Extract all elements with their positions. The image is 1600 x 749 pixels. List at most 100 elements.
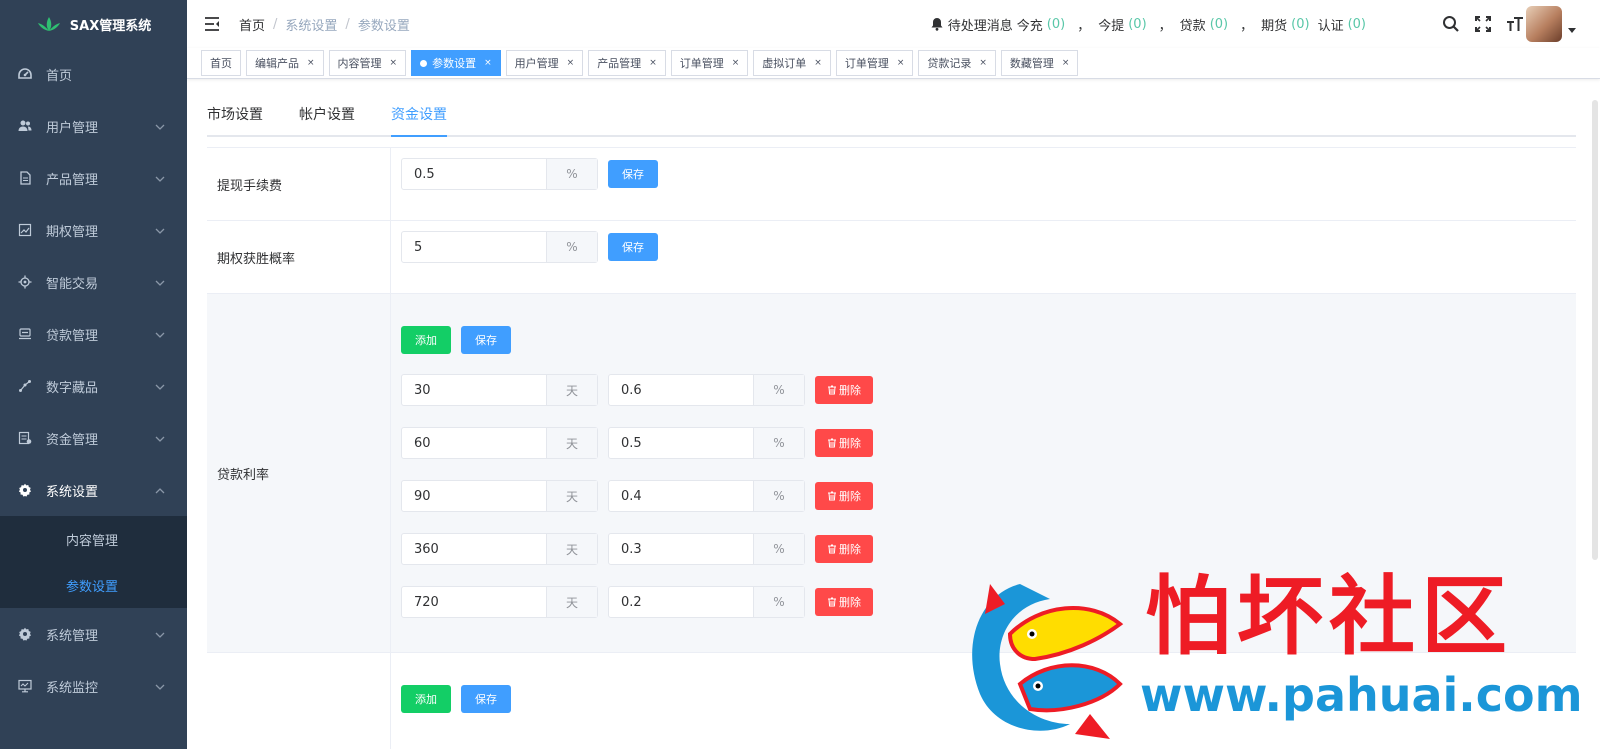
option-win-rate-value[interactable]: 5 <box>402 232 546 262</box>
sidebar-item-smart-trading[interactable]: 智能交易 <box>0 256 187 308</box>
loan-rate-input[interactable]: 0.5% <box>608 427 805 459</box>
loan-rate-input[interactable]: 0.2% <box>608 586 805 618</box>
tag-edit-product[interactable]: 编辑产品 × <box>246 50 324 76</box>
tag-loan-records[interactable]: 贷款记录 × <box>918 50 996 76</box>
notice-futures-label[interactable]: 期货 <box>1261 15 1287 34</box>
sidebar-item-nft[interactable]: 数字藏品 <box>0 360 187 412</box>
tab-market-settings[interactable]: 市场设置 <box>207 101 281 135</box>
sidebar-item-products[interactable]: 产品管理 <box>0 152 187 204</box>
sidebar-item-label: 智能交易 <box>46 276 99 292</box>
notice-withdraw-label[interactable]: 今提 <box>1098 15 1124 34</box>
withdraw-fee-value[interactable]: 0.5 <box>402 159 546 189</box>
page-scrollbar[interactable] <box>1592 100 1598 560</box>
sidebar-item-options[interactable]: 期权管理 <box>0 204 187 256</box>
close-icon[interactable]: × <box>649 58 657 68</box>
notice-withdraw-count[interactable]: (0) <box>1128 17 1146 32</box>
sidebar-item-label: 系统监控 <box>46 680 99 696</box>
notice-verify-label[interactable]: 认证 <box>1318 15 1344 34</box>
loan-rate-delete-button[interactable]: 删除 <box>815 376 873 404</box>
loan-rate-value[interactable]: 0.5 <box>609 428 753 458</box>
sidebar-item-system-settings[interactable]: 系统设置 <box>0 464 187 516</box>
loan-days-value[interactable]: 720 <box>402 587 546 617</box>
close-icon[interactable]: × <box>732 58 740 68</box>
next-add-button[interactable]: 添加 <box>401 685 451 713</box>
loan-rate-value[interactable]: 0.3 <box>609 534 753 564</box>
withdraw-fee-save-button[interactable]: 保存 <box>608 160 658 188</box>
loan-rate-input[interactable]: 0.3% <box>608 533 805 565</box>
tag-nft-admin[interactable]: 数藏管理 × <box>1000 50 1079 76</box>
lotus-logo-icon <box>37 17 60 31</box>
chevron-down-icon <box>155 329 165 339</box>
withdraw-fee-input[interactable]: 0.5 % <box>401 158 598 190</box>
loan-rate-value[interactable]: 0.6 <box>609 375 753 405</box>
loan-days-value[interactable]: 360 <box>402 534 546 564</box>
tag-orders[interactable]: 订单管理 × <box>670 50 749 76</box>
close-icon[interactable]: × <box>390 58 398 68</box>
notice-verify-count[interactable]: (0) <box>1348 17 1366 32</box>
loan-days-input[interactable]: 30 天 <box>401 374 598 406</box>
loan-days-value[interactable]: 60 <box>402 428 546 458</box>
submenu-item-params[interactable]: 参数设置 <box>0 562 187 608</box>
notice-loan-count[interactable]: (0) <box>1210 17 1228 32</box>
loan-rate-value[interactable]: 0.4 <box>609 481 753 511</box>
avatar[interactable] <box>1526 6 1562 42</box>
sidebar-item-home[interactable]: 首页 <box>0 48 187 100</box>
tag-users[interactable]: 用户管理 × <box>505 50 584 76</box>
close-icon[interactable]: × <box>1062 58 1070 68</box>
loan-days-input[interactable]: 720 天 <box>401 586 598 618</box>
loan-rate-delete-button[interactable]: 删除 <box>815 588 873 616</box>
loan-rate-value[interactable]: 0.2 <box>609 587 753 617</box>
trash-icon <box>828 491 836 501</box>
sidebar-item-funds[interactable]: 资金管理 <box>0 412 187 464</box>
close-icon[interactable]: × <box>979 58 987 68</box>
loan-rate-input[interactable]: 0.6% <box>608 374 805 406</box>
tab-fund-settings[interactable]: 资金设置 <box>373 101 465 137</box>
close-icon[interactable]: × <box>897 58 905 68</box>
caret-down-icon[interactable] <box>1568 28 1576 33</box>
close-icon[interactable]: × <box>307 58 315 68</box>
submenu-item-content[interactable]: 内容管理 <box>0 516 187 562</box>
delete-label: 删除 <box>839 384 861 397</box>
font-size-icon[interactable] <box>1506 15 1524 33</box>
tag-content[interactable]: 内容管理 × <box>328 50 407 76</box>
loan-rate-delete-button[interactable]: 删除 <box>815 535 873 563</box>
notice-recharge-count[interactable]: (0) <box>1047 17 1065 32</box>
close-icon[interactable]: × <box>484 58 492 68</box>
loan-rate-row: 30 天 0.6% 删除 <box>401 374 1566 406</box>
notice-recharge-label[interactable]: 今充 <box>1017 15 1043 34</box>
loan-rate-delete-button[interactable]: 删除 <box>815 429 873 457</box>
loan-rate-input[interactable]: 0.4% <box>608 480 805 512</box>
fullscreen-icon[interactable] <box>1474 15 1492 33</box>
loan-days-value[interactable]: 30 <box>402 375 546 405</box>
notice-loan-label[interactable]: 贷款 <box>1180 15 1206 34</box>
sidebar-item-users[interactable]: 用户管理 <box>0 100 187 152</box>
tag-products[interactable]: 产品管理 × <box>588 50 666 76</box>
submenu-item-label: 内容管理 <box>66 533 119 549</box>
notice-futures-count[interactable]: (0) <box>1291 17 1309 32</box>
app-logo[interactable]: SAX管理系统 <box>0 0 187 48</box>
next-save-button[interactable]: 保存 <box>461 685 511 713</box>
tag-home[interactable]: 首页 <box>201 50 241 76</box>
loan-days-value[interactable]: 90 <box>402 481 546 511</box>
tag-virtual-orders[interactable]: 虚拟订单 × <box>753 50 831 76</box>
option-win-rate-input[interactable]: 5 % <box>401 231 598 263</box>
close-icon[interactable]: × <box>567 58 575 68</box>
loan-rate-save-button[interactable]: 保存 <box>461 326 511 354</box>
loan-days-input[interactable]: 60 天 <box>401 427 598 459</box>
loan-rate-add-button[interactable]: 添加 <box>401 326 451 354</box>
tag-params[interactable]: 参数设置 × <box>411 50 501 76</box>
sidebar-item-monitor[interactable]: 系统监控 <box>0 660 187 712</box>
loan-rate-delete-button[interactable]: 删除 <box>815 482 873 510</box>
option-win-rate-save-button[interactable]: 保存 <box>608 233 658 261</box>
close-icon[interactable]: × <box>814 58 822 68</box>
hamburger-icon[interactable] <box>203 15 221 33</box>
sidebar-item-system-admin[interactable]: 系统管理 <box>0 608 187 660</box>
sidebar-item-loans[interactable]: 贷款管理 <box>0 308 187 360</box>
tab-account-settings[interactable]: 帐户设置 <box>281 101 373 135</box>
loan-days-input[interactable]: 360 天 <box>401 533 598 565</box>
tag-orders-2[interactable]: 订单管理 × <box>835 50 914 76</box>
breadcrumb-home[interactable]: 首页 <box>239 15 265 34</box>
tag-label: 数藏管理 <box>1009 57 1054 70</box>
search-icon[interactable] <box>1442 15 1460 33</box>
loan-days-input[interactable]: 90 天 <box>401 480 598 512</box>
